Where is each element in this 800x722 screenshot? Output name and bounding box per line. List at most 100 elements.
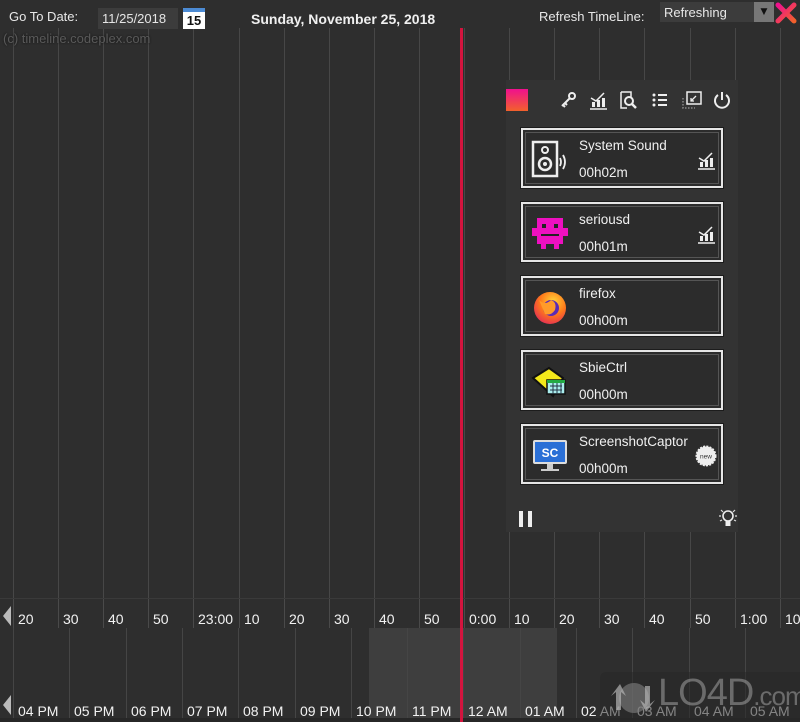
speaker-icon xyxy=(531,140,566,178)
grid-line xyxy=(239,599,240,629)
key-icon[interactable] xyxy=(557,89,579,111)
minute-tick-label: 40 xyxy=(379,611,395,627)
minute-tick-label: 10 xyxy=(785,611,800,627)
app-time: 00h00m xyxy=(579,387,628,402)
refresh-timeline-label: Refresh TimeLine: xyxy=(539,9,645,24)
grid-line xyxy=(554,599,555,629)
grid-line xyxy=(419,28,420,598)
toolbar: Go To Date: 15 Sunday, November 25, 2018… xyxy=(0,0,800,29)
hour-grid-line xyxy=(13,628,14,718)
hour-tick-label: 10 PM xyxy=(356,703,397,719)
grid-line xyxy=(374,599,375,629)
app-card[interactable]: SC ScreenshotCaptor 00h00m new xyxy=(520,423,724,485)
grid-line xyxy=(58,28,59,598)
go-to-date-label: Go To Date: xyxy=(9,9,79,24)
close-x-icon[interactable] xyxy=(775,2,797,24)
grid-line xyxy=(13,28,14,598)
hour-tick-label: 06 PM xyxy=(131,703,172,719)
app-name: ScreenshotCaptor xyxy=(579,434,688,449)
grid-line xyxy=(58,599,59,629)
grid-line xyxy=(780,28,781,598)
calendar-icon: 15 xyxy=(186,13,202,28)
hour-grid-line xyxy=(295,628,296,718)
minute-tick-label: 20 xyxy=(289,611,305,627)
grid-line xyxy=(464,599,465,629)
minute-tick-label: 30 xyxy=(334,611,350,627)
sc-label: SC xyxy=(542,446,559,460)
date-input[interactable] xyxy=(98,8,178,29)
minute-tick-label: 30 xyxy=(604,611,620,627)
grid-line xyxy=(599,599,600,629)
grid-line xyxy=(329,599,330,629)
current-time-marker xyxy=(460,28,463,722)
firefox-icon xyxy=(534,292,566,324)
grid-line xyxy=(690,599,691,629)
new-badge-icon: new xyxy=(695,445,717,467)
hour-tick-label: 07 PM xyxy=(187,703,228,719)
resize-window-icon[interactable] xyxy=(681,89,703,111)
app-name: System Sound xyxy=(579,138,667,153)
hour-tick-label: 04 PM xyxy=(18,703,59,719)
hour-grid-line xyxy=(126,628,127,718)
minute-tick-label: 20 xyxy=(18,611,34,627)
minute-tick-label: 20 xyxy=(559,611,575,627)
screenshot-captor-icon: SC xyxy=(533,440,567,471)
minute-tick-label: 0:00 xyxy=(469,611,497,627)
grid-line xyxy=(284,28,285,598)
grid-line xyxy=(374,28,375,598)
minute-scale[interactable]: 20 30 40 50 23:00 10 20 30 40 50 0:00 10 20 30 40 50 1:0… xyxy=(0,598,800,629)
grid-line xyxy=(419,599,420,629)
hour-tick-label: 05 PM xyxy=(74,703,115,719)
hour-tick-label: 12 AM xyxy=(468,703,508,719)
hour-tick-label: 08 PM xyxy=(243,703,284,719)
stats-chart-icon[interactable] xyxy=(695,149,717,171)
color-swatch[interactable] xyxy=(506,89,528,111)
app-time: 00h00m xyxy=(579,313,628,328)
scroll-left-arrow-icon[interactable] xyxy=(2,605,12,627)
minute-tick-label: 10 xyxy=(244,611,260,627)
grid-line xyxy=(329,28,330,598)
hour-grid-line xyxy=(520,628,521,718)
minute-tick-label: 40 xyxy=(108,611,124,627)
hour-tick-label: 01 AM xyxy=(525,703,565,719)
hour-tick-label: 11 PM xyxy=(412,703,452,719)
app-name: SbieCtrl xyxy=(579,360,628,375)
power-icon[interactable] xyxy=(711,89,733,111)
hour-tick-label: 09 PM xyxy=(300,703,341,719)
pause-icon[interactable] xyxy=(518,510,534,528)
grid-line xyxy=(780,599,781,629)
watermark-text: LO4D.com xyxy=(658,672,800,714)
grid-line xyxy=(735,599,736,629)
stats-chart-icon[interactable] xyxy=(695,223,717,245)
app-card[interactable]: seriousd 00h01m xyxy=(520,201,724,263)
grid-line xyxy=(193,599,194,629)
minute-tick-label: 30 xyxy=(63,611,79,627)
lightbulb-icon[interactable] xyxy=(718,508,738,530)
refresh-select-value: Refreshing xyxy=(664,5,727,20)
app-card[interactable]: SbieCtrl 00h00m xyxy=(520,349,724,411)
app-time: 00h02m xyxy=(579,165,628,180)
watermark: LO4D.com xyxy=(600,672,800,722)
chevron-down-icon[interactable]: ▼ xyxy=(754,2,774,22)
stats-chart-icon[interactable] xyxy=(587,89,609,111)
grid-line xyxy=(284,599,285,629)
minute-tick-label: 40 xyxy=(649,611,665,627)
hour-grid-line xyxy=(407,628,408,718)
minute-tick-label: 50 xyxy=(695,611,711,627)
list-icon[interactable] xyxy=(649,89,671,111)
search-report-icon[interactable] xyxy=(617,89,639,111)
copyright-text: (c) timeline.codeplex.com xyxy=(3,31,151,46)
calendar-button[interactable]: 15 xyxy=(183,8,205,29)
lo4d-logo-icon xyxy=(611,683,655,713)
grid-line xyxy=(644,599,645,629)
app-name: seriousd xyxy=(579,212,631,227)
refresh-timeline-select[interactable]: Refreshing ▼ xyxy=(660,2,774,22)
hour-grid-line xyxy=(463,628,464,718)
grid-line xyxy=(148,28,149,598)
app-time: 00h00m xyxy=(579,461,628,476)
hour-grid-line xyxy=(351,628,352,718)
scroll-left-arrow-icon[interactable] xyxy=(2,694,12,716)
app-card[interactable]: firefox 00h00m xyxy=(520,275,724,337)
app-card[interactable]: System Sound 00h02m xyxy=(520,127,724,189)
hour-grid-line xyxy=(182,628,183,718)
